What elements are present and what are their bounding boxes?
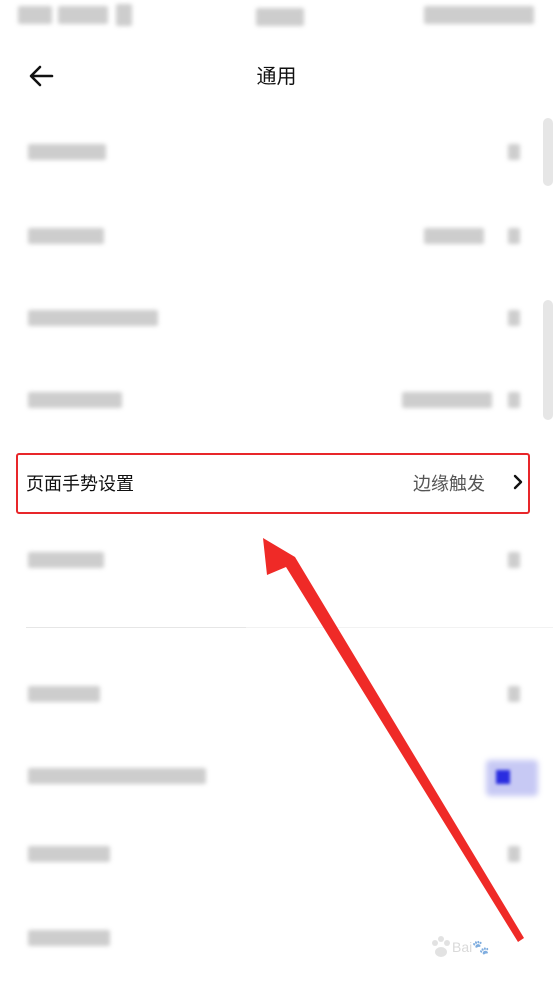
chevron-right-icon bbox=[508, 552, 520, 568]
chevron-right-icon bbox=[508, 228, 520, 244]
settings-row-value bbox=[402, 392, 492, 408]
status-bar-right bbox=[424, 6, 534, 24]
chevron-right-icon bbox=[508, 846, 520, 862]
chevron-right-icon bbox=[513, 474, 523, 490]
settings-row-title bbox=[28, 768, 206, 784]
settings-row[interactable] bbox=[0, 110, 553, 194]
watermark-text: Bai🐾 bbox=[452, 939, 490, 955]
status-bar-info bbox=[58, 6, 108, 24]
settings-row[interactable] bbox=[0, 518, 553, 602]
toggle-knob bbox=[496, 770, 510, 784]
status-bar-icon bbox=[116, 4, 132, 26]
settings-row-title bbox=[28, 686, 100, 702]
settings-row-title bbox=[28, 310, 158, 326]
settings-row-title bbox=[28, 228, 104, 244]
paw-icon bbox=[432, 936, 450, 957]
gesture-settings-value: 边缘触发 bbox=[413, 474, 485, 495]
settings-row[interactable] bbox=[0, 812, 553, 896]
status-bar bbox=[0, 0, 553, 34]
section-divider bbox=[26, 627, 246, 628]
settings-row[interactable] bbox=[0, 358, 553, 442]
page-title: 通用 bbox=[256, 64, 297, 88]
gesture-settings-row[interactable]: 页面手势设置 边缘触发 bbox=[0, 440, 553, 524]
settings-row-title bbox=[28, 846, 110, 862]
settings-row-title bbox=[28, 392, 122, 408]
gesture-settings-label: 页面手势设置 bbox=[26, 474, 134, 495]
settings-row-title bbox=[28, 144, 106, 160]
settings-row-title bbox=[28, 552, 104, 568]
settings-row-value bbox=[424, 228, 484, 244]
status-bar-center bbox=[256, 8, 304, 26]
header: 通用 bbox=[0, 40, 553, 110]
settings-row-title bbox=[28, 930, 110, 946]
settings-row[interactable] bbox=[0, 652, 553, 736]
chevron-right-icon bbox=[508, 144, 520, 160]
chevron-right-icon bbox=[508, 392, 520, 408]
watermark: Bai🐾 bbox=[430, 935, 530, 975]
toggle-switch[interactable] bbox=[486, 760, 538, 796]
settings-row[interactable] bbox=[0, 276, 553, 360]
settings-row[interactable] bbox=[0, 734, 553, 818]
status-bar-time bbox=[18, 6, 52, 24]
chevron-right-icon bbox=[508, 686, 520, 702]
settings-row[interactable] bbox=[0, 194, 553, 278]
chevron-right-icon bbox=[508, 310, 520, 326]
section-divider bbox=[246, 627, 553, 628]
